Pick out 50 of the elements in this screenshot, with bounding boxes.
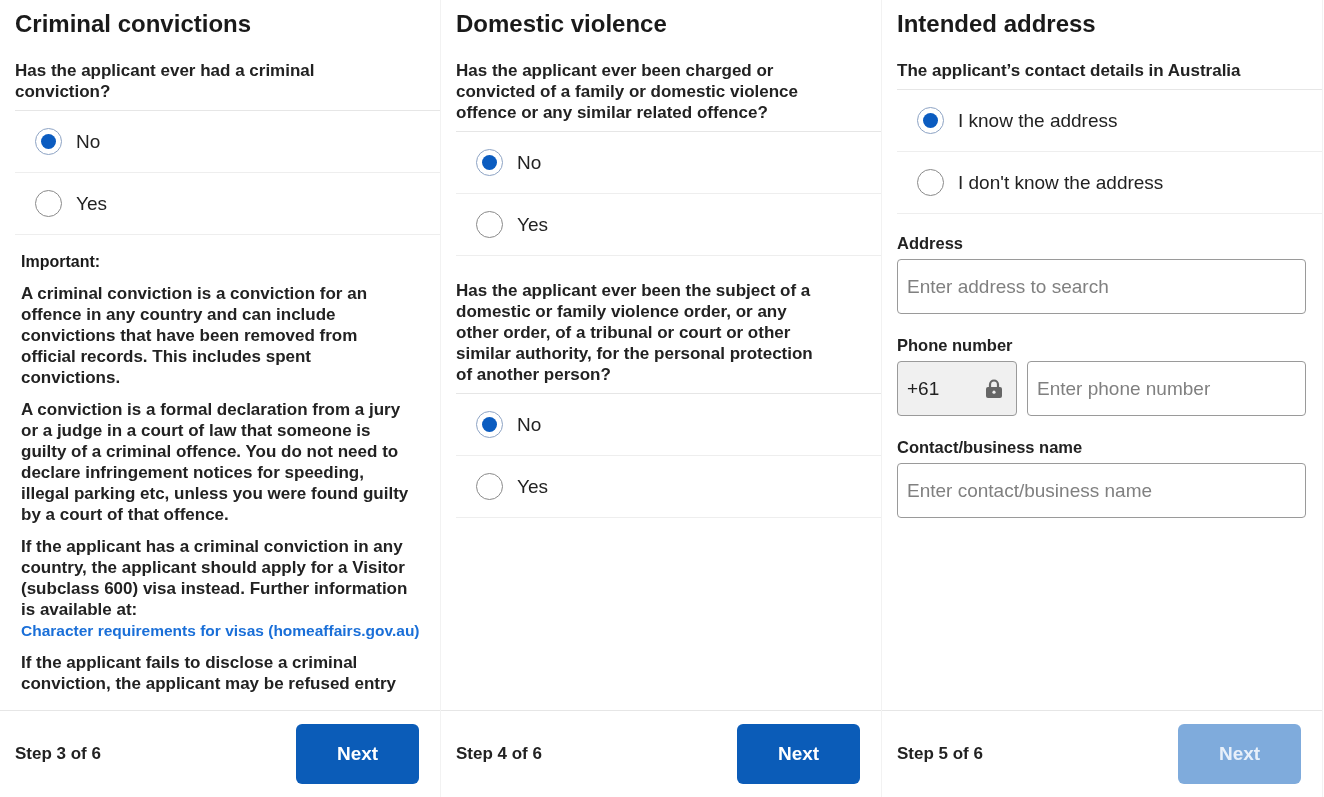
info-paragraph: If the applicant fails to disclose a criminal conviction, the applicant may be refused entry [21, 652, 398, 694]
option-label: No [76, 130, 101, 153]
radio-button[interactable] [917, 169, 944, 196]
radio-option[interactable]: Yes [456, 456, 881, 518]
radio-button[interactable] [476, 211, 503, 238]
radio-button[interactable] [917, 107, 944, 134]
country-code-field: +61 [897, 361, 1017, 416]
question-text: Has the applicant ever been the subject of a domestic or family violence order, or any other order, of a tribunal or court or other similar authority, for the personal protection of another person? [456, 280, 881, 394]
radio-option[interactable]: Yes [456, 194, 881, 256]
radio-button[interactable] [476, 149, 503, 176]
radio-option[interactable]: No [456, 132, 881, 194]
lock-icon [986, 379, 1002, 398]
question-text: Has the applicant ever been charged or convicted of a family or domestic violence offence or any similar related offence? [456, 60, 881, 132]
question-text: Has the applicant ever had a criminal conviction? [15, 60, 440, 111]
page-title: Criminal convictions [15, 10, 253, 38]
info-heading: Important: [21, 253, 102, 271]
radio-option[interactable]: No [456, 394, 881, 456]
page-title: Domestic violence [456, 10, 668, 38]
option-label: Yes [517, 213, 548, 236]
info-paragraph: A criminal conviction is a conviction for an offence in any country and can include convictions that have been removed from official records. This includes spent convictions. [21, 283, 369, 388]
option-label: No [517, 151, 542, 174]
page-title: Intended address [897, 10, 1097, 38]
radio-option[interactable]: I know the address [897, 90, 1322, 152]
next-button[interactable]: Next [737, 724, 860, 784]
option-label: Yes [517, 475, 548, 498]
step-indicator: Step 4 of 6 [456, 744, 542, 764]
radio-button[interactable] [35, 128, 62, 155]
field-label: Contact/business name [897, 438, 1084, 457]
input-field[interactable]: Enter contact/business name [897, 463, 1306, 518]
radio-button[interactable] [476, 411, 503, 438]
option-label: Yes [76, 192, 107, 215]
field-label: Phone number [897, 336, 1014, 355]
radio-option[interactable]: Yes [15, 173, 440, 235]
radio-button[interactable] [476, 473, 503, 500]
info-paragraph: A conviction is a formal declaration from a jury or a judge in a court of law that someone is guilty of a criminal offence. You do not need to declare infringement notices for speeding, illegal parking etc, unless you were found guilty by a court of that offence. [21, 399, 410, 525]
help-link[interactable]: Character requirements for visas (homeaffairs.gov.au) [21, 620, 420, 641]
info-paragraph: If the applicant has a criminal conviction in any country, the applicant should apply for a Visitor (subclass 600) visa instead. Further information is available at: [21, 536, 409, 620]
step-indicator: Step 5 of 6 [897, 744, 983, 764]
radio-button[interactable] [35, 190, 62, 217]
radio-option[interactable]: I don't know the address [897, 152, 1322, 214]
input-field[interactable]: Enter address to search [897, 259, 1306, 314]
next-button[interactable]: Next [296, 724, 419, 784]
field-label: Address [897, 234, 965, 253]
input-field[interactable]: Enter phone number [1027, 361, 1306, 416]
radio-option[interactable]: No [15, 111, 440, 173]
option-label: I don't know the address [958, 171, 1164, 194]
question-text: The applicant’s contact details in Australia [897, 60, 1322, 90]
option-label: No [517, 413, 542, 436]
option-label: I know the address [958, 109, 1118, 132]
step-indicator: Step 3 of 6 [15, 744, 101, 764]
